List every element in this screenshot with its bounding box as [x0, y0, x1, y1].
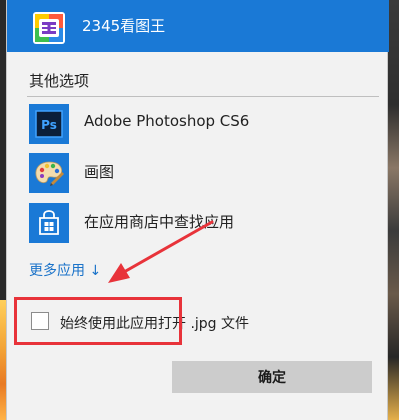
photoshop-icon: Ps	[29, 104, 69, 144]
app-option-label: 画图	[84, 163, 115, 181]
paint-palette-icon	[29, 153, 69, 193]
app-option-paint[interactable]: 画图	[29, 153, 369, 197]
2345-viewer-icon	[33, 12, 65, 44]
more-apps-link[interactable]: 更多应用 ↓	[29, 260, 101, 280]
app-option-label: 在应用商店中查找应用	[84, 213, 235, 231]
section-divider	[27, 96, 379, 97]
store-bag-icon	[29, 203, 69, 243]
app-option-label: Adobe Photoshop CS6	[84, 112, 250, 130]
selected-app-name: 2345看图王	[82, 17, 166, 35]
app-option-photoshop[interactable]: Ps Adobe Photoshop CS6	[29, 104, 369, 148]
open-with-dialog: 2345看图王 其他选项 Ps Adobe Photoshop CS6 画图 在…	[6, 0, 389, 420]
selected-app-header[interactable]: 2345看图王	[7, 0, 389, 52]
app-option-store[interactable]: 在应用商店中查找应用	[29, 203, 369, 247]
annotation-highlight-box	[14, 297, 182, 345]
ok-button[interactable]: 确定	[172, 361, 372, 393]
section-title: 其他选项	[29, 72, 90, 90]
photoshop-icon-text: Ps	[41, 118, 57, 132]
background-right-strip	[388, 0, 399, 420]
